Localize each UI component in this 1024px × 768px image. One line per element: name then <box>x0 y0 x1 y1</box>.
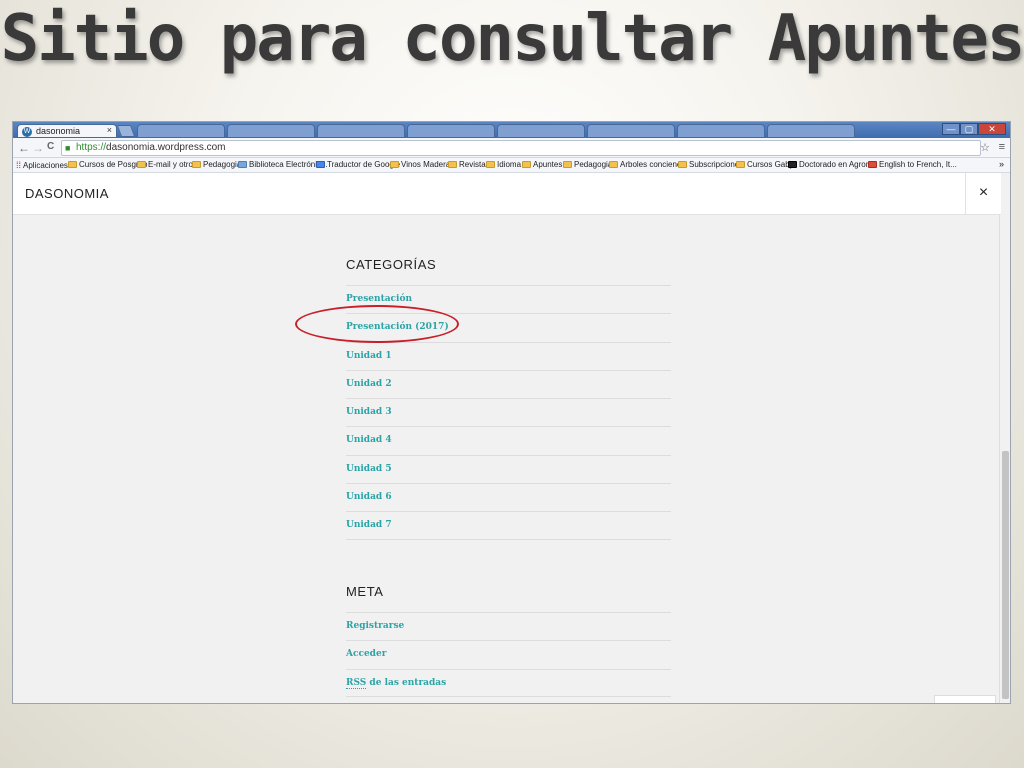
meta-widget: META Registrarse Acceder RSS de las entr… <box>346 584 671 697</box>
folder-icon <box>678 161 687 168</box>
forward-arrow-icon[interactable]: → <box>32 141 44 155</box>
login-link[interactable]: Acceder <box>346 640 671 668</box>
wordpress-icon: W <box>22 127 32 137</box>
url-scheme: https:// <box>76 142 107 153</box>
page-scrollbar[interactable] <box>999 215 1010 703</box>
meta-list: Registrarse Acceder RSS de las entradas <box>346 612 671 697</box>
bookmark-item[interactable]: Idioma <box>486 160 521 169</box>
scroll-thumb[interactable] <box>1002 451 1009 699</box>
bookmarks-bar: ⁞⁞ Aplicaciones Cursos de Posgrdo E-mail … <box>13 158 1010 173</box>
folder-icon <box>192 161 201 168</box>
bookmark-item[interactable]: Subscripciones <box>678 160 743 169</box>
background-tab[interactable] <box>317 124 405 138</box>
category-link[interactable]: Unidad 3 <box>346 398 671 426</box>
bookmark-favicon-icon <box>788 161 797 168</box>
tab-dasonomia[interactable]: W dasonomia × <box>17 124 117 138</box>
bookmark-item[interactable]: Doctorado en Agron... <box>788 160 877 169</box>
back-arrow-icon[interactable]: ← <box>18 141 30 155</box>
background-tab[interactable] <box>677 124 765 138</box>
folder-icon <box>609 161 618 168</box>
bookmark-item[interactable]: E-mail y otros <box>137 160 197 169</box>
background-tab[interactable] <box>587 124 675 138</box>
background-tab[interactable] <box>227 124 315 138</box>
translate-icon <box>316 161 325 168</box>
folder-icon <box>68 161 77 168</box>
url-host: dasonomia.wordpress.com <box>106 142 226 153</box>
bookmark-item[interactable]: Vinos Maderas <box>390 160 454 169</box>
maximize-button[interactable]: ▢ <box>960 123 978 135</box>
folder-icon <box>563 161 572 168</box>
follow-widget[interactable] <box>934 695 996 703</box>
lock-icon: ■ <box>65 143 71 153</box>
folder-icon <box>522 161 531 168</box>
background-tab[interactable] <box>407 124 495 138</box>
categories-heading: CATEGORÍAS <box>346 257 437 272</box>
folder-icon <box>137 161 146 168</box>
background-tab[interactable] <box>497 124 585 138</box>
slide-title: Sitio para consultar Apuntes <box>0 2 1024 76</box>
bookmark-item[interactable]: Traductor de Google <box>316 160 400 169</box>
folder-icon <box>486 161 495 168</box>
folder-icon <box>390 161 399 168</box>
highlight-ellipse <box>295 305 459 343</box>
new-tab-button[interactable] <box>116 125 136 137</box>
meta-heading: META <box>346 584 384 599</box>
bookmark-item[interactable]: Revistas <box>448 160 490 169</box>
folder-icon <box>448 161 457 168</box>
bookmark-item[interactable]: Arboles conciencia <box>609 160 687 169</box>
category-link[interactable]: Unidad 2 <box>346 369 671 398</box>
site-title[interactable]: DASONOMIA <box>25 186 109 201</box>
apps-grid-icon: ⁞⁞ <box>16 160 22 170</box>
categories-widget: CATEGORÍAS Presentación Presentación (20… <box>346 257 671 540</box>
category-link[interactable]: Unidad 1 <box>346 341 671 370</box>
more-bookmarks-icon[interactable]: » <box>999 159 1004 169</box>
category-link[interactable]: Unidad 5 <box>346 454 671 483</box>
bookmark-apps[interactable]: ⁞⁞ Aplicaciones <box>16 160 68 170</box>
bookmark-item[interactable]: English to French, It... <box>868 160 957 169</box>
bookmark-favicon-icon <box>868 161 877 168</box>
background-tab[interactable] <box>137 124 225 138</box>
tab-title: dasonomia <box>36 126 81 136</box>
bookmark-item[interactable]: Cursos Gaby <box>736 160 794 169</box>
star-icon[interactable]: ☆ <box>980 141 990 154</box>
reload-icon[interactable]: C <box>47 141 54 152</box>
window-close-button[interactable]: ✕ <box>978 123 1006 135</box>
bookmark-item[interactable]: Pedagogia <box>192 160 241 169</box>
register-link[interactable]: Registrarse <box>346 612 671 640</box>
bookmark-item[interactable]: Biblioteca Electrónic... <box>238 160 328 169</box>
bookmark-item[interactable]: Apuntes <box>522 160 562 169</box>
close-sidebar-button[interactable]: × <box>965 173 1001 215</box>
address-bar[interactable]: ■ https://dasonomia.wordpress.com <box>61 140 981 156</box>
browser-screenshot: W dasonomia × — ▢ ✕ ← → C ■ https://daso… <box>12 121 1011 704</box>
category-link[interactable]: Unidad 7 <box>346 511 671 540</box>
window-controls: — ▢ ✕ <box>942 123 1006 136</box>
menu-icon[interactable]: ≡ <box>999 141 1005 153</box>
minimize-button[interactable]: — <box>942 123 960 135</box>
bookmark-item[interactable]: Pedagogia <box>563 160 612 169</box>
tab-strip: W dasonomia × — ▢ ✕ <box>13 122 1010 138</box>
browser-toolbar: ← → C ■ https://dasonomia.wordpress.com … <box>13 138 1010 158</box>
tab-close-icon[interactable]: × <box>107 125 112 135</box>
library-icon <box>238 161 247 168</box>
category-link[interactable]: Unidad 4 <box>346 426 671 454</box>
folder-icon <box>736 161 745 168</box>
category-link[interactable]: Unidad 6 <box>346 483 671 511</box>
bookmark-item[interactable]: Cursos de Posgrdo <box>68 160 147 169</box>
rss-entries-link[interactable]: RSS de las entradas <box>346 668 671 697</box>
site-header: DASONOMIA × <box>13 173 1001 215</box>
background-tab[interactable] <box>767 124 855 138</box>
